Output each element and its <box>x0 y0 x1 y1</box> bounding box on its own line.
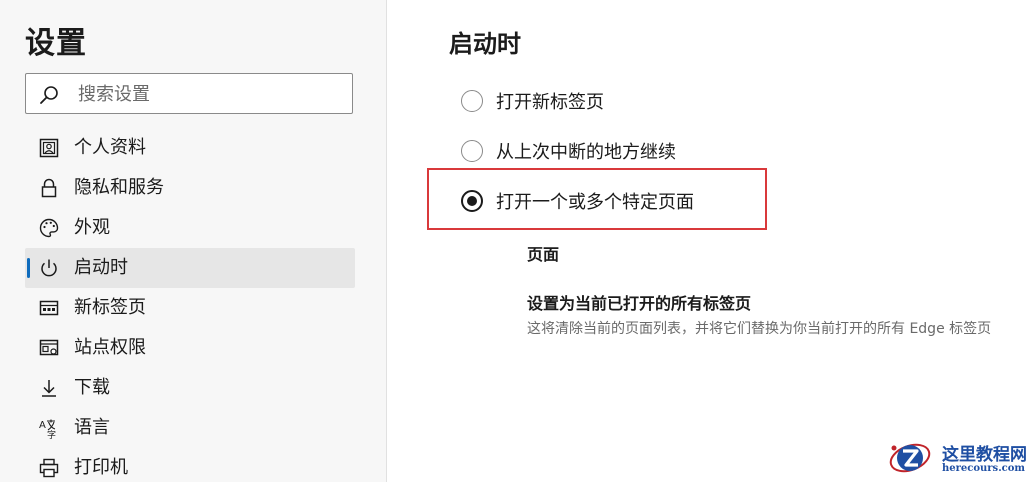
palette-icon <box>39 218 59 238</box>
sidebar-nav: 个人资料 隐私和服务 外观 启动时 新标签页 站点权限 下载 A 字 语言 打印… <box>25 128 355 482</box>
download-icon <box>42 380 56 397</box>
site-permissions-icon <box>39 339 59 356</box>
profile-icon <box>39 138 59 158</box>
radio-button[interactable] <box>461 140 483 162</box>
main-content: 启动时 打开新标签页 从上次中断的地方继续 打开一个或多个特定页面 页面 设置为… <box>387 0 1033 482</box>
sidebar-item-profile[interactable]: 个人资料 <box>25 128 355 168</box>
sidebar-item-label: 外观 <box>74 217 110 238</box>
sidebar-item-label: 新标签页 <box>74 297 146 318</box>
watermark-subtitle: herecours.com <box>942 463 1026 474</box>
watermark-title: 这里教程网 <box>942 445 1027 465</box>
language-icon: A 字 <box>39 419 56 439</box>
radio-open-specific-pages[interactable]: 打开一个或多个特定页面 <box>461 186 694 216</box>
set-current-tabs-description: 这将清除当前的页面列表，并将它们替换为你当前打开的所有 Edge 标签页 <box>527 321 992 337</box>
watermark: 这里教程网 herecours.com <box>880 432 1033 482</box>
radio-button-selected[interactable] <box>461 190 483 212</box>
svg-text:字: 字 <box>47 429 56 439</box>
sidebar-item-label: 打印机 <box>74 457 128 478</box>
pages-heading: 页面 <box>527 245 560 264</box>
lock-icon <box>41 178 57 198</box>
new-tab-icon <box>39 300 59 316</box>
section-title: 启动时 <box>449 30 521 58</box>
sidebar-item-on-startup[interactable]: 启动时 <box>25 248 355 288</box>
power-icon <box>41 259 57 277</box>
settings-window: 设置 个人资料 <box>0 0 1033 482</box>
sidebar-item-label: 个人资料 <box>74 137 146 158</box>
search-box[interactable] <box>25 73 353 114</box>
sidebar-item-label: 隐私和服务 <box>74 177 164 198</box>
sidebar-title: 设置 <box>25 26 87 61</box>
sidebar-item-privacy[interactable]: 隐私和服务 <box>25 168 355 208</box>
search-icon <box>40 86 58 104</box>
sidebar-item-appearance[interactable]: 外观 <box>25 208 355 248</box>
sidebar-item-site-permissions[interactable]: 站点权限 <box>25 328 355 368</box>
sidebar-item-label: 语言 <box>74 417 110 438</box>
sidebar-item-downloads[interactable]: 下载 <box>25 368 355 408</box>
search-input[interactable] <box>76 78 350 111</box>
svg-text:A: A <box>39 420 46 431</box>
radio-label: 打开一个或多个特定页面 <box>496 192 694 213</box>
set-current-tabs-link[interactable]: 设置为当前已打开的所有标签页 <box>527 290 751 314</box>
sidebar-item-label: 站点权限 <box>74 337 146 358</box>
radio-label: 从上次中断的地方继续 <box>496 142 676 163</box>
sidebar: 设置 个人资料 <box>0 0 387 482</box>
sidebar-item-label: 下载 <box>74 377 110 398</box>
sidebar-item-new-tab[interactable]: 新标签页 <box>25 288 355 328</box>
sidebar-item-label: 启动时 <box>74 257 128 278</box>
sidebar-item-languages[interactable]: A 字 语言 <box>25 408 355 448</box>
radio-open-new-tab[interactable]: 打开新标签页 <box>461 86 604 116</box>
radio-button[interactable] <box>461 90 483 112</box>
watermark-logo <box>889 443 931 473</box>
printer-icon <box>39 458 59 478</box>
radio-continue-where-left-off[interactable]: 从上次中断的地方继续 <box>461 136 676 166</box>
sidebar-item-printers[interactable]: 打印机 <box>25 448 355 482</box>
radio-label: 打开新标签页 <box>496 92 604 113</box>
